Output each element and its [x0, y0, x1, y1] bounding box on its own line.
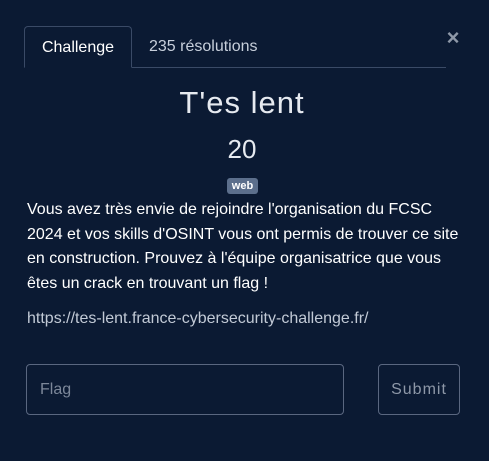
flag-input[interactable]: [26, 364, 344, 415]
challenge-link[interactable]: https://tes-lent.france-cybersecurity-ch…: [27, 310, 368, 328]
tab-challenge[interactable]: Challenge: [24, 26, 132, 68]
category-badge: web: [227, 178, 258, 194]
challenge-points: 20: [227, 134, 257, 164]
submit-button[interactable]: Submit: [378, 364, 460, 415]
challenge-title: T'es lent: [179, 85, 305, 120]
tab-solves[interactable]: 235 résolutions: [149, 26, 258, 67]
challenge-description: Vous avez très envie de rejoindre l'orga…: [27, 201, 459, 292]
close-icon[interactable]: ×: [444, 27, 462, 49]
challenge-tabs: Challenge 235 résolutions: [24, 26, 446, 68]
